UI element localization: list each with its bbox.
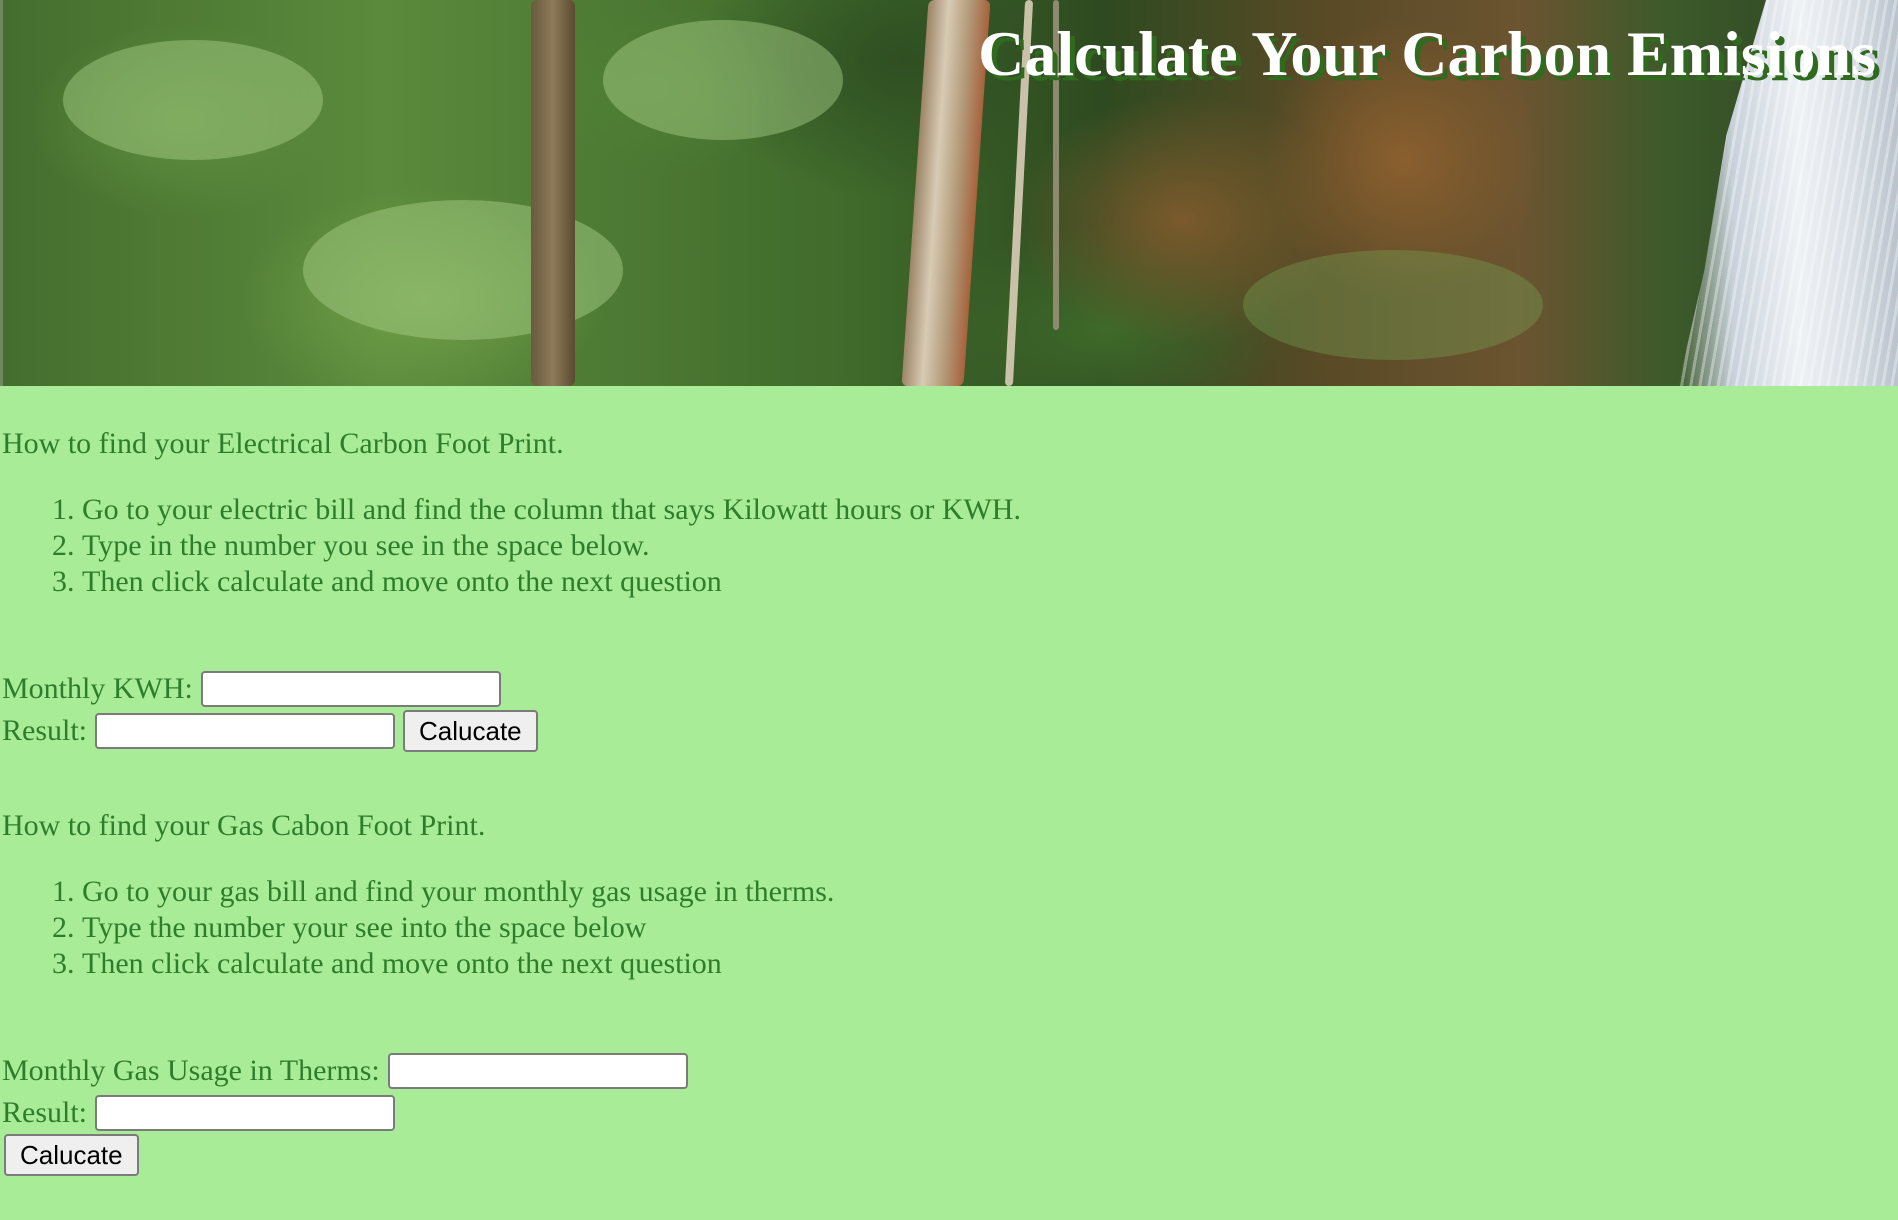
electric-calculate-button[interactable]: Calucate bbox=[403, 710, 538, 752]
foliage-decoration bbox=[63, 40, 323, 160]
therms-row: Monthly Gas Usage in Therms: bbox=[2, 1050, 1898, 1092]
therms-label: Monthly Gas Usage in Therms: bbox=[2, 1054, 380, 1087]
main-content: How to find your Electrical Carbon Foot … bbox=[0, 386, 1898, 1176]
gas-step: Type the number your see into the space … bbox=[82, 910, 1898, 946]
gas-calculate-button[interactable]: Calucate bbox=[4, 1134, 139, 1176]
gas-button-row: Calucate bbox=[2, 1134, 1898, 1176]
gas-result-field[interactable] bbox=[95, 1095, 396, 1131]
gas-step: Go to your gas bill and find your monthl… bbox=[82, 874, 1898, 910]
gas-section: How to find your Gas Cabon Foot Print. G… bbox=[0, 808, 1898, 1176]
kwh-row: Monthly KWH: bbox=[2, 668, 1898, 710]
electric-section: How to find your Electrical Carbon Foot … bbox=[0, 426, 1898, 752]
electric-step: Go to your electric bill and find the co… bbox=[82, 492, 1898, 528]
therms-input[interactable] bbox=[387, 1053, 688, 1089]
foliage-decoration bbox=[1243, 250, 1543, 360]
electric-result-row: Result: Calucate bbox=[2, 710, 1898, 752]
electric-step: Type in the number you see in the space … bbox=[82, 528, 1898, 564]
tree-trunk bbox=[531, 0, 575, 386]
gas-steps-list: Go to your gas bill and find your monthl… bbox=[0, 874, 1898, 982]
kwh-input[interactable] bbox=[200, 671, 501, 707]
gas-intro: How to find your Gas Cabon Foot Print. bbox=[2, 809, 486, 842]
electric-result-field[interactable] bbox=[95, 713, 396, 749]
foliage-decoration bbox=[303, 200, 623, 340]
gas-result-row: Result: bbox=[2, 1092, 1898, 1134]
electric-intro: How to find your Electrical Carbon Foot … bbox=[2, 427, 564, 460]
electric-steps-list: Go to your electric bill and find the co… bbox=[0, 492, 1898, 600]
gas-result-label: Result: bbox=[2, 1096, 88, 1129]
electric-result-label: Result: bbox=[2, 714, 88, 747]
electric-step: Then click calculate and move onto the n… bbox=[82, 564, 1898, 600]
gas-step: Then click calculate and move onto the n… bbox=[82, 946, 1898, 982]
header-banner: Calculate Your Carbon Emisions bbox=[0, 0, 1898, 386]
kwh-label: Monthly KWH: bbox=[2, 672, 193, 705]
foliage-decoration bbox=[603, 20, 843, 140]
page-title: Calculate Your Carbon Emisions bbox=[978, 18, 1876, 89]
